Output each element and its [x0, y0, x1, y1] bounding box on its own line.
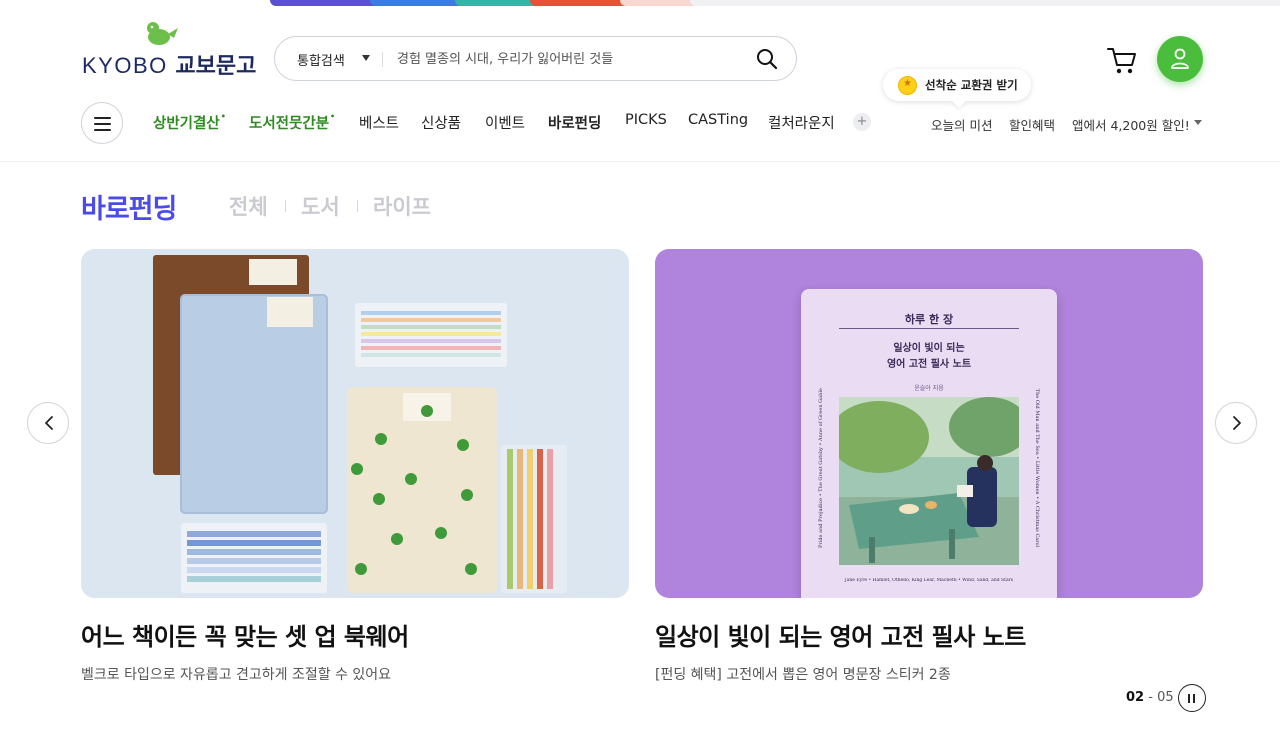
nav-item-first-half-review[interactable]: 상반기결산•	[153, 112, 226, 133]
nav-item-best[interactable]: 베스트	[359, 112, 399, 133]
nav-item-book-fair[interactable]: 도서전뭇간분•	[249, 112, 335, 133]
nav-item-event[interactable]: 이벤트	[485, 112, 525, 133]
carousel-next-button[interactable]	[1215, 402, 1257, 444]
card-description: 벨크로 타입으로 자유롭고 견고하게 조절할 수 있어요	[81, 667, 392, 683]
book-spine-right: The Old Man and The Sea • Little Women •…	[1034, 388, 1040, 548]
book-title-line2: 영어 고전 필사 노트	[886, 359, 972, 370]
book-top-text: 하루 한 장	[904, 313, 954, 326]
coupon-bubble-label: 선착순 교환권 받기	[925, 78, 1018, 92]
nav-item-casting[interactable]: CASTing	[688, 112, 748, 128]
pager-current: 02	[1126, 690, 1145, 705]
search-icon[interactable]	[756, 48, 778, 70]
book-cover: 하루 한 장 일상이 빛이 되는 영어 고전 필사 노트 윤슬아 지음 Prid…	[801, 289, 1057, 598]
coin-icon	[898, 76, 917, 95]
hamburger-icon[interactable]	[81, 102, 123, 144]
book-spine-left: Pride and Prejudice • The Great Gatsby •…	[818, 388, 824, 548]
book-bottom-text: Jane Eyre • Hamlet, Othello, King Lear, …	[844, 578, 1014, 583]
cart-icon[interactable]	[1106, 45, 1138, 75]
nav-item-picks[interactable]: PICKS	[625, 112, 667, 128]
book-title-line1: 일상이 빛이 되는	[893, 343, 965, 354]
header-divider	[0, 161, 1280, 162]
util-today-mission[interactable]: 오늘의 미션	[931, 115, 992, 134]
caret-down-icon[interactable]	[362, 55, 370, 61]
nav-item-baro-funding[interactable]: 바로펀딩	[548, 112, 601, 133]
carousel-prev-button[interactable]	[27, 402, 69, 444]
card-description: [펀딩 혜택] 고전에서 뽑은 영어 명문장 스티커 2종	[655, 667, 951, 683]
top-color-strip	[0, 0, 1280, 6]
kyobo-logo[interactable]: KYOBO 교보문고	[82, 22, 256, 78]
chevron-right-icon	[1233, 416, 1241, 430]
chevron-left-icon	[45, 416, 53, 430]
search-divider	[382, 52, 383, 67]
search-scope-select[interactable]: 통합검색	[297, 50, 345, 69]
pager-total: 05	[1157, 690, 1174, 705]
tab-all[interactable]: 전체	[229, 191, 268, 221]
coupon-bubble[interactable]: 선착순 교환권 받기	[883, 69, 1031, 101]
user-icon	[1171, 48, 1189, 69]
util-app-discount[interactable]: 앱에서 4,200원 할인!	[1072, 115, 1190, 134]
card-image-bookwear[interactable]	[81, 249, 629, 598]
user-button[interactable]	[1157, 36, 1203, 82]
search-input[interactable]	[397, 47, 737, 71]
search-bar: 통합검색	[274, 36, 797, 81]
bookwear-photo	[81, 249, 629, 598]
book-author: 윤슬아 지음	[914, 385, 944, 392]
pause-icon[interactable]	[1178, 684, 1206, 712]
nav-item-new[interactable]: 신상품	[421, 112, 461, 133]
tab-life[interactable]: 라이프	[373, 191, 431, 221]
bird-logo-icon	[147, 22, 178, 45]
util-discount-benefit[interactable]: 할인혜택	[1009, 115, 1055, 134]
section-title: 바로펀딩	[81, 194, 177, 225]
card-title[interactable]: 일상이 빛이 되는 영어 고전 필사 노트	[655, 617, 1026, 652]
funding-card[interactable]: 어느 책이든 꼭 맞는 셋 업 북웨어 벨크로 타입으로 자유롭고 견고하게 조…	[81, 249, 629, 683]
carousel-pager: 02 - 05	[1126, 690, 1174, 705]
logo-korean: 교보문고	[175, 53, 257, 78]
book-painting	[839, 397, 1019, 565]
nav-item-culture-lounge[interactable]: 컬처라운지	[768, 112, 835, 133]
card-image-english-notebook[interactable]: 하루 한 장 일상이 빛이 되는 영어 고전 필사 노트 윤슬아 지음 Prid…	[655, 249, 1203, 598]
funding-card[interactable]: 하루 한 장 일상이 빛이 되는 영어 고전 필사 노트 윤슬아 지음 Prid…	[655, 249, 1203, 683]
tab-books[interactable]: 도서	[301, 191, 340, 221]
caret-down-icon[interactable]	[1194, 120, 1202, 125]
logo-wordmark: KYOBO	[82, 53, 168, 78]
card-title[interactable]: 어느 책이든 꼭 맞는 셋 업 북웨어	[81, 617, 409, 652]
nav-more-button[interactable]: +	[853, 113, 871, 131]
